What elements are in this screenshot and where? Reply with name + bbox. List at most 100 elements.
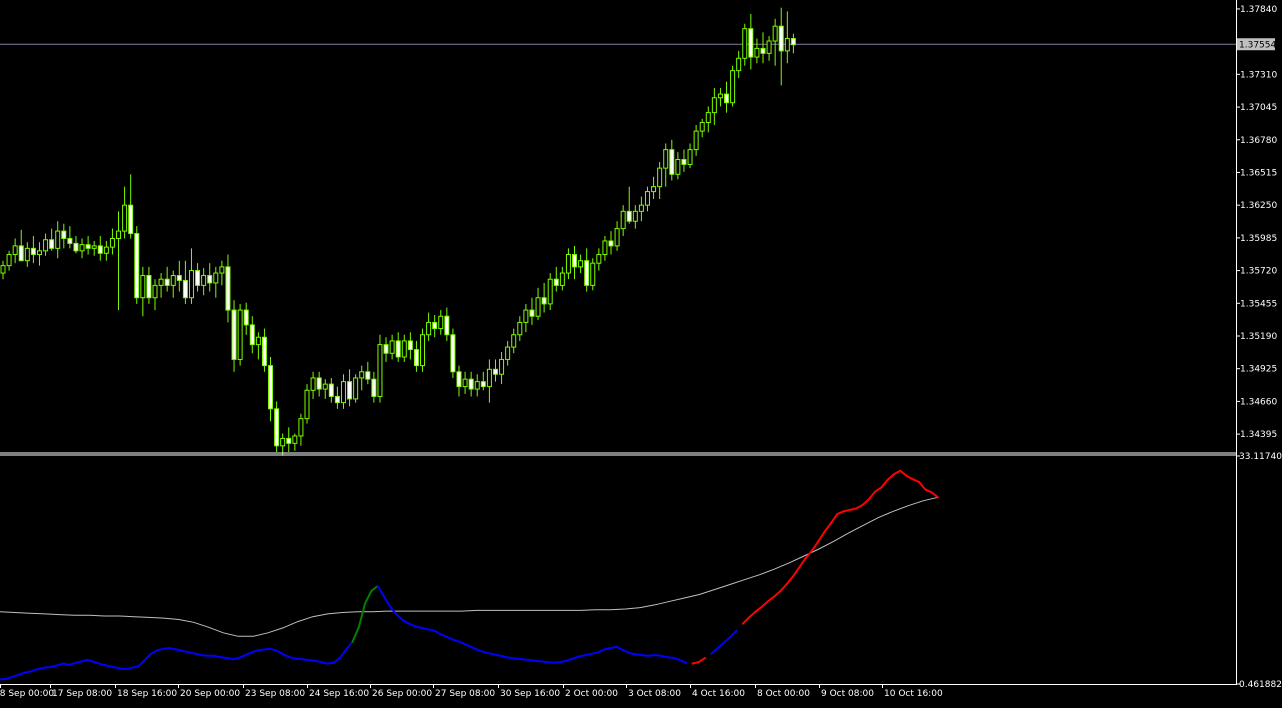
candle-body-bull[interactable]: [0, 265, 6, 274]
candle-body-bull[interactable]: [754, 47, 760, 58]
candle-body-bear[interactable]: [450, 334, 456, 373]
candle-body-bull[interactable]: [486, 368, 492, 388]
candle-body-bear[interactable]: [182, 279, 188, 299]
candle-body-bull[interactable]: [766, 40, 772, 54]
candle-body-bear[interactable]: [243, 309, 249, 326]
candle-body-bear[interactable]: [584, 260, 590, 286]
candle-body-bear[interactable]: [347, 381, 353, 400]
candle-body-bull[interactable]: [499, 358, 505, 375]
candle-body-bear[interactable]: [608, 240, 614, 247]
candle-body-bull[interactable]: [12, 245, 18, 256]
candle-body-bull[interactable]: [201, 275, 207, 286]
candle-body-bear[interactable]: [134, 233, 140, 299]
candle-body-bull[interactable]: [91, 245, 97, 249]
candle-body-bear[interactable]: [468, 378, 474, 390]
candle-body-bear[interactable]: [480, 381, 486, 388]
candle-body-bear[interactable]: [85, 244, 91, 249]
candle-body-bear[interactable]: [146, 275, 152, 299]
candle-body-bear[interactable]: [195, 270, 201, 286]
candle-body-bull[interactable]: [614, 228, 620, 247]
candle-body-bull[interactable]: [188, 270, 194, 299]
candle-body-bull[interactable]: [717, 93, 723, 99]
candle-body-bear[interactable]: [231, 309, 237, 360]
candle-body-bear[interactable]: [225, 266, 231, 311]
candle-body-bull[interactable]: [462, 378, 468, 388]
candle-body-bull[interactable]: [699, 121, 705, 132]
candle-body-bull[interactable]: [602, 240, 608, 256]
candle-body-bear[interactable]: [383, 344, 389, 354]
candle-body-bull[interactable]: [705, 112, 711, 123]
candle-body-bull[interactable]: [292, 435, 298, 444]
candle-body-bear[interactable]: [371, 378, 377, 397]
candle-body-bull[interactable]: [663, 149, 669, 169]
candle-body-bear[interactable]: [778, 25, 784, 52]
candle-body-bull[interactable]: [304, 389, 310, 420]
candle-body-bull[interactable]: [359, 371, 365, 379]
candle-body-bull[interactable]: [742, 28, 748, 59]
candle-body-bull[interactable]: [122, 204, 128, 232]
candle-body-bear[interactable]: [176, 275, 182, 281]
candle-body-bear[interactable]: [724, 93, 730, 104]
candle-body-bear[interactable]: [395, 340, 401, 358]
candle-body-bull[interactable]: [590, 262, 596, 286]
chart-window[interactable]: 1.37840 1.37310 1.37045 1.36780 1.36515 1.362…: [0, 0, 1282, 704]
candle-body-bull[interactable]: [43, 239, 49, 252]
candle-body-bull[interactable]: [55, 230, 61, 249]
candle-body-bull[interactable]: [298, 418, 304, 437]
candle-body-bull[interactable]: [565, 254, 571, 274]
candle-body-bear[interactable]: [760, 47, 766, 54]
candle-body-bear[interactable]: [492, 368, 498, 375]
candle-body-bear[interactable]: [49, 239, 55, 249]
candle-body-bull[interactable]: [170, 275, 176, 286]
candle-body-bull[interactable]: [730, 70, 736, 104]
candle-body-bull[interactable]: [772, 25, 778, 42]
candle-body-bull[interactable]: [36, 250, 42, 256]
candle-body-bull[interactable]: [79, 244, 85, 252]
candle-body-bull[interactable]: [535, 297, 541, 317]
candle-body-bull[interactable]: [736, 57, 742, 72]
candle-body-bull[interactable]: [310, 377, 316, 391]
candle-body-bull[interactable]: [116, 230, 122, 239]
candle-body-bear[interactable]: [249, 324, 255, 346]
candle-body-bear[interactable]: [413, 349, 419, 367]
candle-body-bull[interactable]: [517, 321, 523, 336]
candle-body-bear[interactable]: [30, 247, 36, 256]
candle-body-bear[interactable]: [61, 230, 67, 239]
candle-body-bear[interactable]: [164, 278, 170, 286]
candle-body-bear[interactable]: [456, 371, 462, 388]
candle-body-bull[interactable]: [596, 254, 602, 264]
candle-body-bear[interactable]: [316, 377, 322, 390]
candle-body-bull[interactable]: [401, 340, 407, 358]
candle-body-bull[interactable]: [505, 346, 511, 360]
candle-body-bull[interactable]: [237, 309, 243, 360]
candle-body-bull[interactable]: [578, 260, 584, 268]
candle-body-bull[interactable]: [693, 130, 699, 151]
candle-body-bull[interactable]: [644, 191, 650, 206]
candle-body-bear[interactable]: [790, 38, 796, 46]
candle-body-bull[interactable]: [353, 377, 359, 400]
candle-body-bull[interactable]: [219, 266, 225, 274]
candle-body-bear[interactable]: [407, 340, 413, 351]
candle-body-bear[interactable]: [669, 149, 675, 175]
candle-body-bull[interactable]: [711, 97, 717, 114]
candle-body-bear[interactable]: [207, 275, 213, 284]
candle-body-bull[interactable]: [438, 315, 444, 330]
candle-body-bull[interactable]: [547, 278, 553, 305]
candle-body-bull[interactable]: [389, 340, 395, 354]
candle-body-bear[interactable]: [626, 210, 632, 222]
candle-body-bull[interactable]: [651, 186, 657, 193]
candle-body-bull[interactable]: [24, 247, 30, 262]
candle-body-bull[interactable]: [687, 149, 693, 165]
candle-body-bull[interactable]: [657, 167, 663, 188]
candle-body-bull[interactable]: [675, 159, 681, 175]
candle-body-bear[interactable]: [18, 245, 24, 262]
candle-body-bull[interactable]: [255, 336, 261, 346]
candle-body-bull[interactable]: [109, 237, 115, 248]
candle-body-bear[interactable]: [553, 278, 559, 286]
candle-body-bear[interactable]: [328, 383, 334, 397]
candle-body-bear[interactable]: [286, 437, 292, 444]
candle-body-bull[interactable]: [632, 210, 638, 222]
candle-body-bull[interactable]: [474, 381, 480, 390]
candle-body-bear[interactable]: [73, 242, 79, 252]
candle-body-bull[interactable]: [340, 381, 346, 404]
